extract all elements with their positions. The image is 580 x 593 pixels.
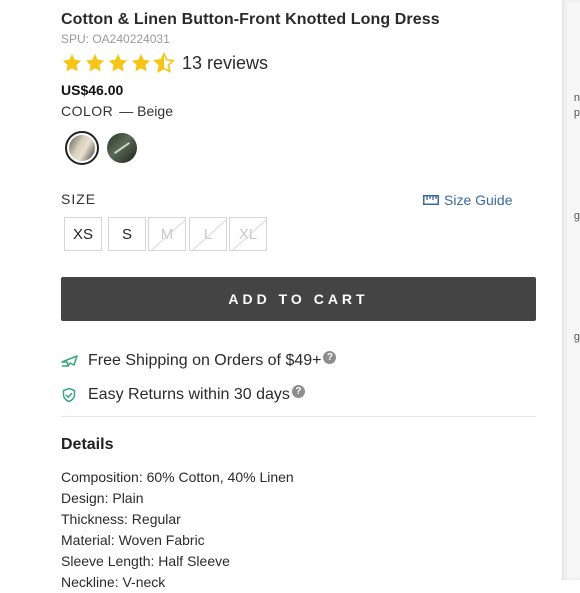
star-icon: [62, 53, 82, 72]
size-guide-link[interactable]: Size Guide: [423, 192, 512, 208]
plane-icon: [61, 353, 81, 369]
shipping-text: Free Shipping on Orders of $49+: [88, 352, 322, 369]
returns-text: Easy Returns within 30 days: [88, 386, 290, 403]
half-star-icon: [153, 52, 175, 73]
ruler-icon: [423, 195, 439, 205]
product-spu: SPU: OA240224031: [61, 32, 170, 46]
size-option-m[interactable]: M: [148, 217, 186, 251]
size-option-xl[interactable]: XL: [229, 217, 267, 251]
edge-text: p: [573, 107, 580, 119]
size-option-l[interactable]: L: [189, 217, 227, 251]
size-label: SIZE: [61, 191, 97, 207]
detail-item: Material: Woven Fabric: [61, 532, 205, 548]
star-icon: [131, 53, 151, 72]
add-to-cart-button[interactable]: ADD TO CART: [61, 277, 536, 321]
product-price: US$46.00: [61, 82, 124, 98]
shield-check-icon: [61, 387, 81, 403]
product-rating[interactable]: 13 reviews: [61, 52, 268, 74]
color-selector-label: COLOR — Beige: [61, 103, 173, 119]
edge-text: g: [573, 331, 580, 343]
detail-item: Composition: 60% Cotton, 40% Linen: [61, 469, 294, 485]
edge-text: g: [573, 210, 580, 222]
size-option-xs[interactable]: XS: [64, 217, 102, 251]
reviews-link[interactable]: 13 reviews: [182, 53, 268, 74]
detail-item: Neckline: V-neck: [61, 574, 166, 590]
product-title: Cotton & Linen Button-Front Knotted Long…: [61, 11, 440, 28]
details-list: Composition: 60% Cotton, 40% Linen Desig…: [61, 467, 294, 593]
swatch-beige[interactable]: [65, 131, 99, 165]
swatch-green[interactable]: [107, 133, 137, 163]
size-option-s[interactable]: S: [108, 217, 146, 251]
color-label: COLOR: [61, 103, 114, 119]
detail-item: Sleeve Length: Half Sleeve: [61, 553, 230, 569]
shipping-perk: Free Shipping on Orders of $49+?: [61, 350, 337, 370]
star-icon: [85, 53, 105, 72]
shipping-help-icon[interactable]: ?: [323, 350, 337, 364]
detail-item: Thickness: Regular: [61, 511, 181, 527]
details-heading: Details: [61, 436, 114, 453]
star-icon: [108, 53, 128, 72]
color-value: — Beige: [119, 103, 173, 119]
background-page-edge: n p g g: [562, 0, 580, 580]
divider: [61, 416, 536, 417]
product-panel: Cotton & Linen Button-Front Knotted Long…: [0, 0, 562, 590]
returns-help-icon[interactable]: ?: [291, 384, 305, 398]
star-rating: [61, 52, 176, 74]
size-guide-label: Size Guide: [444, 192, 513, 208]
returns-perk: Easy Returns within 30 days?: [61, 384, 305, 404]
edge-text: n: [573, 92, 580, 104]
detail-item: Design: Plain: [61, 490, 144, 506]
